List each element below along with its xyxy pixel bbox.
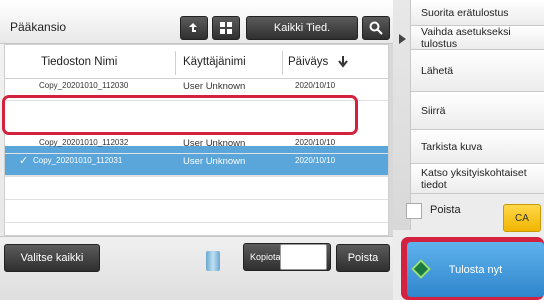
copies-label: Kopiota bbox=[250, 252, 281, 262]
collapse-arrow-icon bbox=[399, 34, 406, 44]
list-header: Tiedoston Nimi Käyttäjänimi Päiväys bbox=[5, 45, 388, 79]
menu-batch-print[interactable]: Suorita erätulostus bbox=[411, 0, 544, 26]
panel-toggle[interactable] bbox=[393, 0, 411, 230]
search-button[interactable] bbox=[362, 16, 390, 40]
copies-input[interactable] bbox=[280, 244, 327, 270]
file-name: Copy_20201010_112032 bbox=[39, 138, 129, 147]
delete-after-label: Poista bbox=[430, 204, 461, 216]
menu-check-image[interactable]: Tarkista kuva bbox=[411, 130, 544, 164]
menu-send[interactable]: Lähetä bbox=[411, 50, 544, 92]
delete-after-checkbox[interactable] bbox=[406, 203, 422, 219]
column-divider bbox=[175, 51, 176, 75]
ca-button[interactable]: CA bbox=[503, 204, 541, 232]
column-header-name[interactable]: Tiedoston Nimi bbox=[41, 45, 117, 79]
menu-detail-info[interactable]: Katso yksityiskohtaiset tiedot bbox=[411, 164, 544, 194]
empty-row bbox=[5, 155, 388, 177]
menu-move[interactable]: Siirrä bbox=[411, 92, 544, 130]
select-all-button[interactable]: Valitse kaikki bbox=[4, 244, 100, 272]
file-date: 2020/10/10 bbox=[295, 81, 336, 90]
column-header-date[interactable]: Päiväys bbox=[288, 45, 328, 79]
toolbar: Pääkansio Kaikki Tied. bbox=[0, 0, 393, 44]
column-divider bbox=[282, 51, 283, 75]
user-name: User Unknown bbox=[183, 81, 246, 92]
up-arrow-icon bbox=[189, 23, 197, 32]
file-name: Copy_20201010_112030 bbox=[39, 81, 129, 90]
file-date: 2020/10/10 bbox=[295, 138, 336, 147]
table-row[interactable]: Copy_20201010_112032 User Unknown 2020/1… bbox=[5, 132, 388, 154]
menu-change-to-print[interactable]: Vaihda asetukseksi tulostus bbox=[411, 26, 544, 50]
thumbnail-view-button[interactable] bbox=[212, 16, 240, 40]
grid-icon bbox=[220, 22, 232, 34]
all-files-button[interactable]: Kaikki Tied. bbox=[246, 16, 358, 40]
file-list: Tiedoston Nimi Käyttäjänimi Päiväys Copy… bbox=[4, 44, 389, 236]
user-name: User Unknown bbox=[183, 138, 246, 149]
table-row[interactable]: Copy_20201010_112030 User Unknown 2020/1… bbox=[5, 79, 388, 101]
toner-icon bbox=[206, 251, 220, 271]
delete-button[interactable]: Poista bbox=[336, 244, 390, 272]
sort-down-icon[interactable] bbox=[338, 45, 348, 79]
empty-row bbox=[5, 201, 388, 223]
screen: Pääkansio Kaikki Tied. Tiedoston Nimi Kä… bbox=[0, 0, 544, 300]
empty-row bbox=[5, 178, 388, 200]
up-folder-button[interactable] bbox=[180, 16, 208, 40]
column-header-user[interactable]: Käyttäjänimi bbox=[183, 45, 246, 79]
folder-title: Pääkansio bbox=[10, 20, 67, 34]
search-icon bbox=[369, 21, 383, 35]
